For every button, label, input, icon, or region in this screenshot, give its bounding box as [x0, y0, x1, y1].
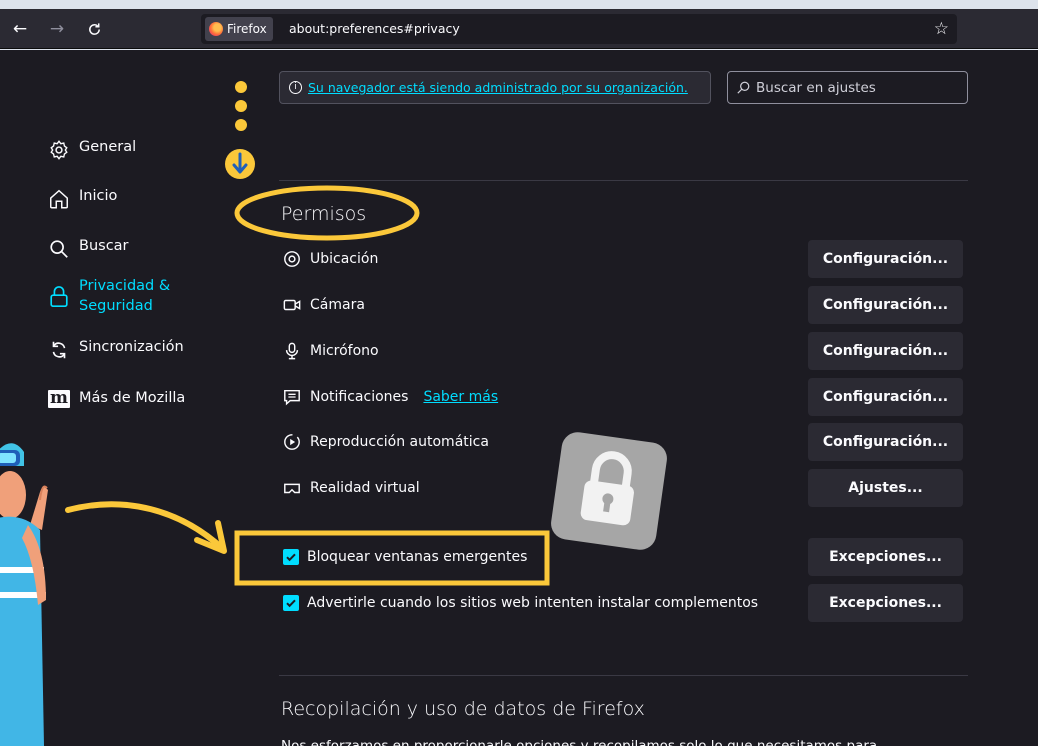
tutorial-dot — [235, 119, 247, 131]
highlight-ellipse — [234, 185, 420, 241]
tutorial-dot — [235, 81, 247, 93]
tutorial-annotations — [65, 81, 667, 586]
lock-badge-icon — [551, 432, 667, 550]
character-illustration — [0, 443, 48, 746]
highlight-rectangle — [234, 530, 550, 586]
tutorial-dot — [235, 100, 247, 112]
